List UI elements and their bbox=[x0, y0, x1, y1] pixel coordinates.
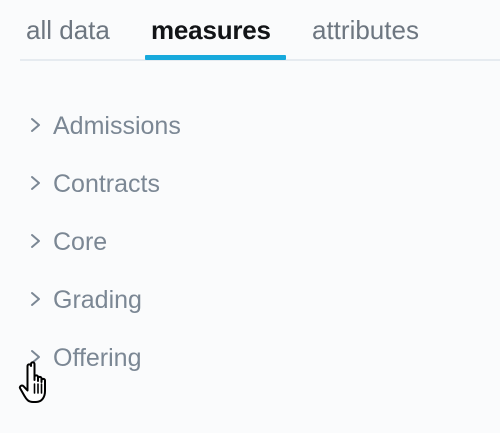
folder-item-core[interactable]: Core bbox=[24, 213, 464, 271]
catalog-tabs: all data measures attributes bbox=[20, 0, 500, 61]
folder-item-admissions[interactable]: Admissions bbox=[24, 97, 464, 155]
folder-label: Contracts bbox=[53, 170, 160, 198]
folder-label: Offering bbox=[53, 344, 142, 372]
tab-all-data[interactable]: all data bbox=[26, 14, 110, 46]
tab-measures[interactable]: measures bbox=[151, 14, 271, 46]
chevron-right-icon bbox=[28, 347, 44, 367]
folder-label: Core bbox=[53, 228, 108, 256]
tab-attributes[interactable]: attributes bbox=[312, 14, 419, 46]
folder-label: Grading bbox=[53, 286, 142, 314]
chevron-right-icon bbox=[28, 173, 44, 193]
active-tab-indicator bbox=[145, 55, 286, 60]
data-catalog-panel: all data measures attributes Admissions … bbox=[0, 0, 500, 433]
chevron-right-icon bbox=[28, 231, 44, 251]
folder-item-offering[interactable]: Offering bbox=[24, 329, 464, 387]
chevron-right-icon bbox=[28, 289, 44, 309]
chevron-right-icon bbox=[28, 115, 44, 135]
folder-item-grading[interactable]: Grading bbox=[24, 271, 464, 329]
folder-list: Admissions Contracts Core Grading Offeri… bbox=[24, 97, 464, 387]
folder-item-contracts[interactable]: Contracts bbox=[24, 155, 464, 213]
folder-label: Admissions bbox=[53, 112, 181, 140]
